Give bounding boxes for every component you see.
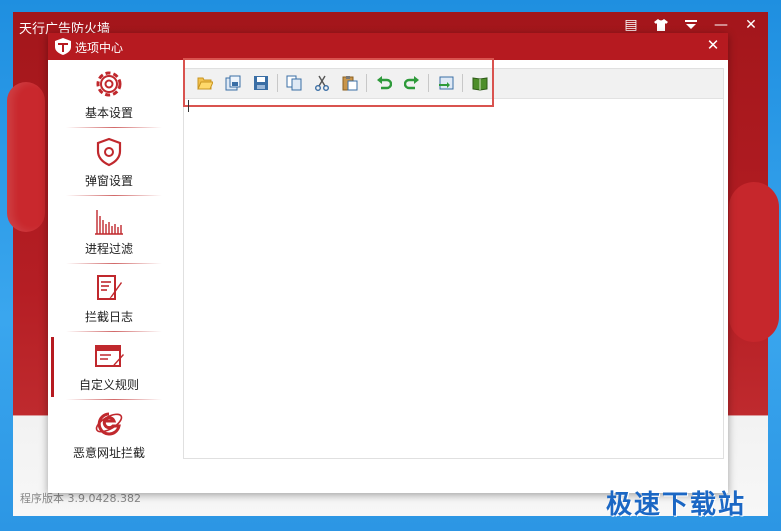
- sidebar-item-process-filter[interactable]: 进程过滤: [51, 197, 167, 263]
- skin-shirt-icon[interactable]: [652, 16, 670, 34]
- sidebar-divider: [66, 195, 162, 196]
- sidebar-item-popup-settings[interactable]: 弹窗设置: [51, 129, 167, 195]
- toolbar-highlight-box: [183, 58, 494, 107]
- sidebar-item-label: 自定义规则: [78, 378, 139, 392]
- dialog-title: 选项中心: [75, 41, 124, 55]
- sidebar-divider: [66, 331, 162, 332]
- window-controls: ▤ — ✕: [622, 16, 760, 34]
- sidebar-item-label: 拦截日志: [84, 310, 133, 324]
- sidebar-item-label: 弹窗设置: [84, 174, 133, 188]
- editor-toolbar: [183, 58, 723, 107]
- minimize-icon[interactable]: —: [712, 16, 730, 34]
- tianxing-logo-icon: [55, 38, 71, 55]
- sidebar-item-basic-settings[interactable]: 基本设置: [51, 61, 167, 127]
- gear-icon: [96, 71, 122, 97]
- watermark: 极速下载站: [606, 490, 747, 520]
- log-pen-icon: [97, 275, 122, 300]
- sidebar-divider: [66, 263, 162, 264]
- sidebar-item-label: 恶意网址拦截: [72, 446, 145, 460]
- lantern-decoration-right: [729, 182, 779, 342]
- sidebar-divider: [66, 399, 162, 400]
- ie-browser-icon: [95, 412, 123, 436]
- sidebar-divider: [66, 127, 162, 128]
- lantern-decoration-left: [7, 82, 45, 232]
- message-icon[interactable]: ▤: [622, 16, 640, 34]
- sidebar-item-malicious-url-block[interactable]: 恶意网址拦截: [51, 401, 167, 467]
- dialog-titlebar: 选项中心 ✕: [48, 33, 728, 60]
- text-cursor: [188, 100, 189, 112]
- options-dialog: 选项中心 ✕ 基本设置 弹窗设置 进程过滤 拦截日志 自定义规则 恶意网址拦截: [48, 33, 728, 493]
- rule-window-icon: [95, 345, 124, 367]
- sidebar-item-custom-rules[interactable]: 自定义规则: [51, 333, 167, 399]
- sidebar-item-label: 基本设置: [84, 106, 133, 120]
- shield-icon: [96, 137, 122, 167]
- sidebar-item-block-log[interactable]: 拦截日志: [51, 265, 167, 331]
- menu-dropdown-icon[interactable]: [682, 16, 700, 34]
- rule-editor[interactable]: [183, 58, 724, 459]
- close-icon[interactable]: ✕: [742, 16, 760, 34]
- sidebar-item-label: 进程过滤: [84, 242, 133, 256]
- dialog-close-icon[interactable]: ✕: [704, 36, 722, 54]
- bar-chart-icon: [95, 210, 123, 235]
